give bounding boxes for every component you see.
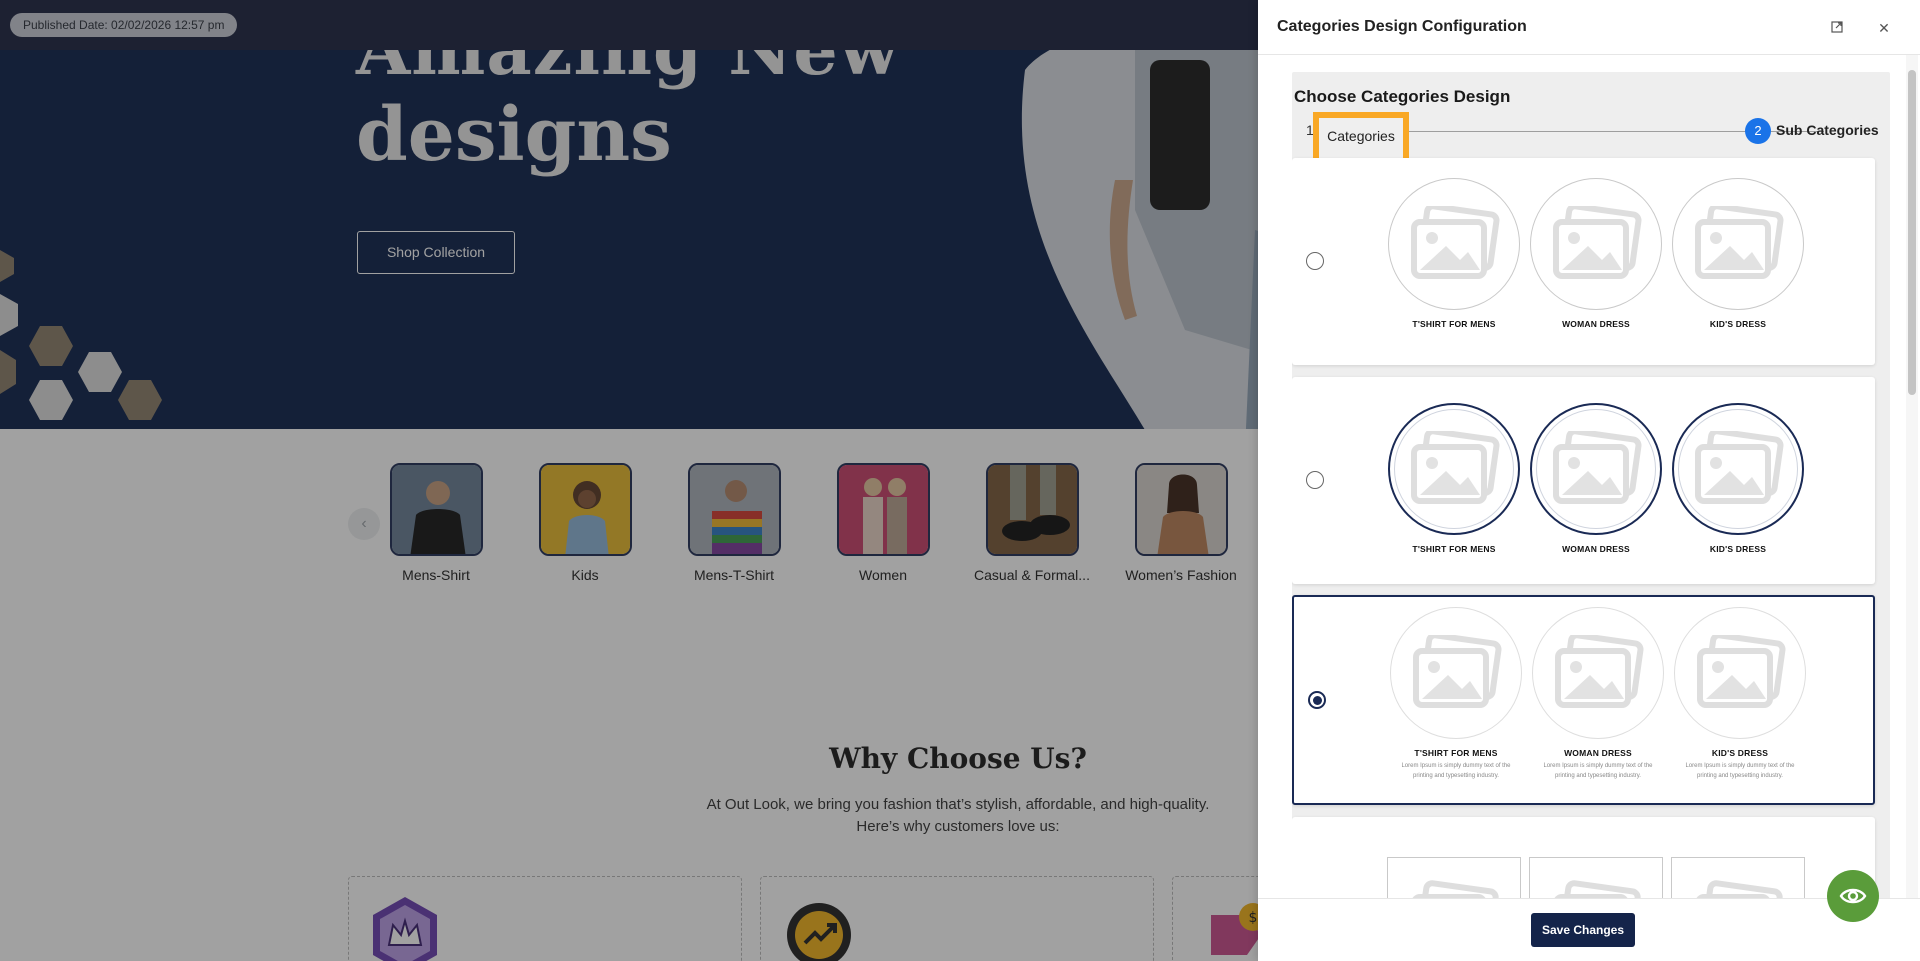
- image-placeholder-icon: [1388, 403, 1520, 535]
- step2-number[interactable]: 2: [1745, 118, 1771, 144]
- save-changes-button[interactable]: Save Changes: [1531, 913, 1635, 947]
- design-tile: T'SHIRT FOR MENS Lorem Ipsum is simply d…: [1389, 607, 1523, 781]
- drawer-header: Categories Design Configuration ✕: [1258, 0, 1920, 55]
- design-radio[interactable]: [1306, 471, 1324, 489]
- design-tile: [1671, 857, 1805, 900]
- image-placeholder-icon: [1672, 178, 1804, 310]
- design-item-label: T'SHIRT FOR MENS: [1414, 748, 1498, 758]
- design-tile: T'SHIRT FOR MENS: [1387, 403, 1521, 554]
- eye-icon: [1839, 888, 1867, 904]
- design-tile: WOMAN DRESS: [1529, 178, 1663, 329]
- design-option-2[interactable]: T'SHIRT FOR MENS WOMAN DRESS KID'S DRESS: [1292, 377, 1875, 584]
- step-sub-categories[interactable]: Sub Categories: [1776, 122, 1879, 138]
- design-item-label: WOMAN DRESS: [1564, 748, 1632, 758]
- design-tile: KID'S DRESS: [1671, 178, 1805, 329]
- image-placeholder-icon: [1674, 607, 1806, 739]
- image-placeholder-icon: [1532, 607, 1664, 739]
- design-tile: WOMAN DRESS Lorem Ipsum is simply dummy …: [1531, 607, 1665, 781]
- drawer-title: Categories Design Configuration: [1277, 18, 1527, 35]
- design-option-4[interactable]: [1292, 817, 1875, 900]
- design-item-description: Lorem Ipsum is simply dummy text of the p…: [1685, 763, 1795, 779]
- design-item-description: Lorem Ipsum is simply dummy text of the p…: [1543, 763, 1653, 779]
- design-item-label: WOMAN DRESS: [1562, 544, 1630, 554]
- popout-icon[interactable]: [1827, 18, 1847, 38]
- design-option-1[interactable]: T'SHIRT FOR MENS WOMAN DRESS KID'S DRESS: [1292, 158, 1875, 365]
- design-item-label: KID'S DRESS: [1711, 748, 1769, 758]
- image-placeholder-icon: [1387, 857, 1521, 900]
- image-placeholder-icon: [1390, 607, 1522, 739]
- design-tile: [1387, 857, 1521, 900]
- design-tile: KID'S DRESS: [1671, 403, 1805, 554]
- image-placeholder-icon: [1529, 857, 1663, 900]
- design-item-label: T'SHIRT FOR MENS: [1412, 319, 1496, 329]
- design-radio[interactable]: [1306, 252, 1324, 270]
- design-tile: KID'S DRESS Lorem Ipsum is simply dummy …: [1673, 607, 1807, 781]
- design-item-description: Lorem Ipsum is simply dummy text of the p…: [1401, 763, 1511, 779]
- scrollbar-thumb[interactable]: [1908, 70, 1916, 395]
- design-radio-selected[interactable]: [1308, 691, 1326, 709]
- categories-config-drawer: Categories Design Configuration ✕ Choose…: [1258, 0, 1920, 961]
- design-item-label: KID'S DRESS: [1709, 544, 1767, 554]
- image-placeholder-icon: [1530, 403, 1662, 535]
- image-placeholder-icon: [1530, 178, 1662, 310]
- image-placeholder-icon: [1671, 857, 1805, 900]
- design-tile: T'SHIRT FOR MENS: [1387, 178, 1521, 329]
- stepper: 1 Categories 2 Sub Categories: [1292, 112, 1890, 168]
- choose-design-title: Choose Categories Design: [1294, 87, 1511, 106]
- design-item-label: T'SHIRT FOR MENS: [1412, 544, 1496, 554]
- preview-eye-button[interactable]: [1827, 870, 1879, 922]
- design-item-label: KID'S DRESS: [1709, 319, 1767, 329]
- design-chooser-panel: Choose Categories Design 1 Categories 2 …: [1292, 72, 1890, 900]
- design-tile: WOMAN DRESS: [1529, 403, 1663, 554]
- design-item-label: WOMAN DRESS: [1562, 319, 1630, 329]
- close-icon[interactable]: ✕: [1874, 18, 1894, 38]
- image-placeholder-icon: [1388, 178, 1520, 310]
- image-placeholder-icon: [1672, 403, 1804, 535]
- design-option-3[interactable]: T'SHIRT FOR MENS Lorem Ipsum is simply d…: [1292, 595, 1875, 805]
- design-tile: [1529, 857, 1663, 900]
- drawer-footer: Save Changes: [1258, 898, 1920, 961]
